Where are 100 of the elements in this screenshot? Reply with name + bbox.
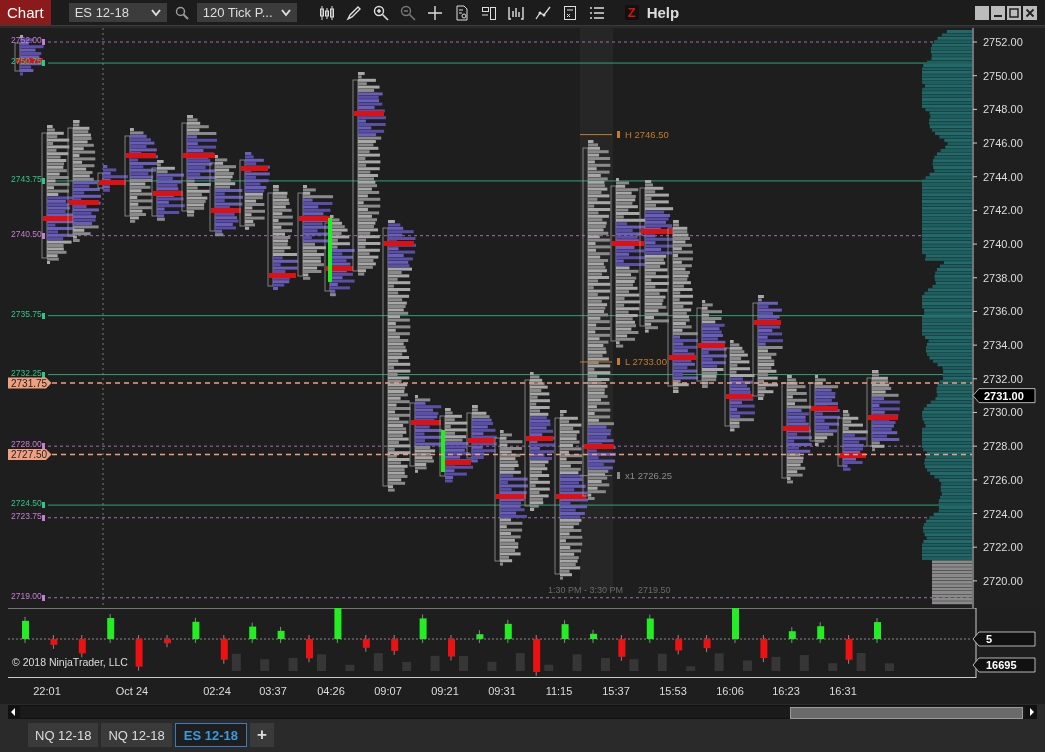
panel-icon[interactable] (480, 4, 497, 21)
volume-bar (885, 663, 894, 671)
scrollbar-thumb[interactable] (790, 707, 1023, 719)
price-level-label: 2752.00 (11, 35, 42, 45)
time-label: 15:53 (659, 685, 687, 697)
instrument-tab[interactable]: ES 12-18 (174, 723, 247, 747)
time-label: 11:15 (545, 685, 573, 697)
time-label: 16:31 (829, 685, 857, 697)
axis-tick-label: 2750.00 (983, 69, 1023, 82)
pencil-icon[interactable] (345, 4, 362, 21)
axis-tick-label: 2734.00 (983, 339, 1023, 352)
window-button-icon[interactable] (975, 5, 989, 20)
price-level-label: 2724.50 (11, 498, 42, 509)
price-bar (441, 430, 445, 472)
close-icon[interactable] (1023, 5, 1037, 20)
volume-bar (686, 666, 696, 671)
scroll-right-icon[interactable] (1027, 706, 1037, 718)
volume-bar (373, 653, 383, 671)
annotation-line (579, 361, 613, 363)
maximize-icon[interactable] (1007, 5, 1021, 20)
calculator-icon[interactable] (561, 4, 578, 21)
volume-bar (771, 656, 781, 671)
volume-bar (799, 655, 809, 671)
axis-tick-label: 2742.00 (983, 204, 1023, 217)
volume-bar (231, 653, 241, 671)
price-level-label: 2719.00 (11, 590, 42, 601)
price-level-label: 2740.50 (11, 228, 42, 239)
price-marker: 2731.75 (8, 377, 52, 389)
axis-tick-label: 2736.00 (983, 305, 1023, 318)
time-label: 09:07 (374, 685, 402, 697)
minimize-icon[interactable] (991, 5, 1005, 20)
axis-tick-label: 2724.00 (983, 507, 1023, 520)
axis-tick-label: 2732.00 (983, 372, 1023, 385)
annotation-line (579, 134, 613, 136)
time-label: 09:21 (431, 685, 459, 697)
time-label: 03:37 (259, 685, 287, 697)
session-label: 1:30 PM - 3:30 PM (548, 584, 624, 595)
volume-bar (260, 659, 270, 671)
help-menu[interactable]: Help (646, 4, 680, 21)
volume-value-tag: 16695 (972, 657, 1036, 673)
time-label: 15:37 (602, 685, 630, 697)
axis-tick-label: 2728.00 (983, 440, 1023, 453)
time-label: 02:24 (203, 685, 231, 697)
volume-bar (459, 655, 468, 671)
zoom-out-icon[interactable] (399, 4, 416, 21)
time-label: 16:06 (716, 685, 744, 697)
search-icon[interactable] (174, 5, 189, 20)
volume-bar (856, 653, 866, 671)
volume-profile (837, 410, 868, 471)
volume-bar (828, 663, 838, 671)
ticks-value-tag: 5 (972, 631, 1036, 647)
volume-bar (544, 664, 554, 671)
axis-tick-label: 2744.00 (983, 170, 1023, 183)
document-search-icon[interactable] (453, 4, 470, 21)
volume-bar (515, 653, 525, 671)
crosshair-icon[interactable] (426, 4, 443, 21)
add-tab-button[interactable]: + (249, 723, 274, 747)
volume-bar (714, 653, 724, 671)
volume-bar (601, 657, 610, 671)
volume-bar (629, 659, 639, 671)
caret-icon (150, 8, 161, 17)
annotation-line (579, 475, 613, 477)
price-level-label: 2743.75 (11, 173, 42, 184)
session-low-label: 2719.50 (638, 584, 671, 595)
zoom-in-icon[interactable] (372, 4, 389, 21)
volume-bar (657, 653, 667, 671)
price-marker: 2727.50 (8, 449, 52, 461)
axis-tick-label: 2746.00 (983, 137, 1023, 150)
volume-bar (430, 655, 440, 671)
time-label: 16:23 (772, 685, 800, 697)
annotation-label: x1 2726.25 (625, 470, 672, 482)
line-chart-icon[interactable] (534, 4, 551, 21)
time-label: 04:26 (317, 685, 345, 697)
time-label: Oct 24 (115, 685, 149, 697)
axis-tick-label: 2730.00 (983, 406, 1023, 419)
candlestick-icon[interactable] (318, 4, 335, 21)
annotation-label: L 2733.00 (625, 356, 667, 368)
axis-tick-label: 2720.00 (983, 574, 1023, 587)
price-bar (328, 218, 332, 282)
volume-bar (402, 661, 412, 671)
interval-dropdown[interactable]: 120 Tick P... (196, 3, 297, 22)
instrument-tab[interactable]: NQ 12-18 (28, 723, 99, 747)
price-level-label: 2728.00 (11, 439, 42, 450)
bar-chart-icon[interactable] (507, 4, 524, 21)
current-price-tag: 2731.00 (972, 388, 1036, 404)
time-label: 09:31 (488, 685, 516, 697)
volume-bar (743, 660, 752, 671)
instrument-tab[interactable]: NQ 12-18 (101, 723, 172, 747)
caret-icon (280, 8, 291, 17)
time-label: 22:01 (33, 685, 61, 697)
z-logo[interactable]: Z (624, 5, 639, 20)
copyright-text: © 2018 NinjaTrader, LLC (12, 656, 128, 668)
volume-bar (572, 654, 582, 671)
instrument-dropdown[interactable]: ES 12-18 (68, 3, 167, 22)
list-icon[interactable] (588, 4, 605, 21)
price-level-label: 2723.75 (11, 510, 42, 521)
axis-tick-label: 2752.00 (983, 36, 1023, 48)
volume-bar (288, 657, 298, 671)
annotation-label: H 2746.50 (625, 129, 669, 141)
price-level-label: 2735.75 (11, 308, 42, 319)
